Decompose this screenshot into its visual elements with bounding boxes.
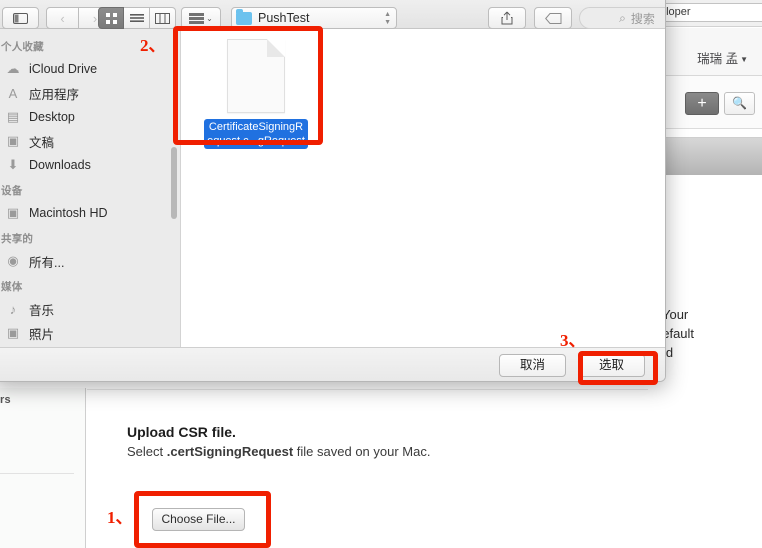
- annotation-number-step-2: 2、: [140, 36, 166, 55]
- cancel-button[interactable]: 取消: [499, 354, 566, 377]
- sidebar-item-label: 照片: [29, 327, 55, 342]
- harddisk-icon: ▣: [6, 205, 20, 220]
- upload-csr-title: Upload CSR file.: [127, 424, 236, 440]
- stepper-down-icon: ▼: [384, 19, 391, 26]
- finder-toolbar: ‹ › ⌄ PushTest ▲ ▼ ⌕ 搜索: [0, 0, 665, 29]
- sidebar-item-desktop[interactable]: ▤ Desktop: [0, 105, 180, 129]
- upload-subtitle-prefix: Select: [127, 444, 167, 459]
- background-right-text: . Your default ted: [655, 305, 762, 362]
- background-left-column: [0, 388, 86, 548]
- stepper-up-icon: ▲: [384, 11, 391, 18]
- account-name-label: 瑞瑞 孟: [697, 52, 739, 66]
- sidebar-item-downloads[interactable]: ⬇ Downloads: [0, 153, 180, 177]
- applications-icon: A: [8, 85, 18, 101]
- network-icon: ◉: [7, 253, 19, 268]
- view-mode-group: [98, 7, 176, 29]
- folder-icon: [236, 8, 252, 25]
- back-button[interactable]: ‹: [46, 7, 79, 29]
- upload-csr-subtitle: Select .certSigningRequest file saved on…: [127, 444, 430, 459]
- sidebar-item-music[interactable]: ♪ 音乐: [0, 297, 180, 321]
- finder-body: 个人收藏 ☁ iCloud Drive A 应用程序 ▤ Desktop ▣ 文…: [0, 29, 665, 347]
- right-text-line-2: default: [655, 326, 695, 341]
- search-certificates-button[interactable]: 🔍: [724, 92, 755, 115]
- upload-subtitle-extension: .certSigningRequest: [166, 444, 294, 459]
- sidebar-item-label: Downloads: [29, 158, 91, 172]
- search-icon: ⌕: [619, 10, 626, 25]
- share-icon: [501, 11, 513, 25]
- right-text-line-1: . Your: [655, 307, 689, 322]
- sidebar-item-label: iCloud Drive: [29, 62, 98, 76]
- cloud-icon: ☁: [6, 61, 20, 76]
- desktop-icon: ▤: [6, 109, 20, 124]
- sidebar-item-label: 音乐: [29, 303, 55, 318]
- tag-icon: [544, 12, 561, 24]
- sidebar-item-photos[interactable]: ▣ 照片: [0, 321, 180, 345]
- upload-subtitle-suffix: file saved on your Mac.: [293, 444, 431, 459]
- add-certificate-button[interactable]: +: [685, 92, 719, 115]
- share-button[interactable]: [488, 7, 526, 29]
- sidebar-group-title: 媒体: [1, 281, 23, 293]
- sidebar-item-documents[interactable]: ▣ 文稿: [0, 129, 180, 153]
- sidebar-item-label: 应用程序: [29, 87, 80, 102]
- stepper-arrows: ▲ ▼: [384, 11, 391, 27]
- sidebar-item-macintosh-hd[interactable]: ▣ Macintosh HD: [0, 201, 180, 225]
- icon-view-icon: [105, 12, 117, 24]
- sidebar-item-label: Macintosh HD: [29, 206, 108, 220]
- sidebar-group-title: 设备: [1, 185, 23, 197]
- list-view-button[interactable]: [124, 7, 150, 29]
- annotation-number-step-1: 1、: [107, 508, 133, 527]
- music-note-icon: ♪: [9, 301, 17, 317]
- arrange-icon: [189, 12, 205, 24]
- sidebar-scrollbar[interactable]: [171, 147, 177, 219]
- downloads-icon: ⬇: [7, 157, 19, 172]
- browser-url-field[interactable]: eloper: [655, 3, 762, 22]
- background-left-divider: [0, 473, 74, 474]
- chevron-down-icon: ⌄: [206, 13, 213, 23]
- sidebar-item-label: 所有...: [29, 255, 65, 270]
- background-left-label: rs: [0, 394, 11, 406]
- documents-icon: ▣: [6, 133, 20, 148]
- sidebar-group-title: 共享的: [1, 233, 34, 245]
- sidebar-item-icloud-drive[interactable]: ☁ iCloud Drive: [0, 57, 180, 81]
- column-view-button[interactable]: [150, 7, 176, 29]
- sidebar-toggle-group: [2, 7, 39, 29]
- screenshot-root: rs Upload CSR file. Select .certSigningR…: [0, 0, 762, 548]
- finder-search-placeholder: 搜索: [630, 11, 655, 26]
- account-name-menu[interactable]: 瑞瑞 孟 ▼: [697, 48, 748, 67]
- sidebar-item-applications[interactable]: A 应用程序: [0, 81, 180, 105]
- list-view-icon: [129, 13, 144, 22]
- sidebar-item-all-shared[interactable]: ◉ 所有...: [0, 249, 180, 273]
- finder-footer: 取消 选取: [0, 347, 665, 381]
- tag-button[interactable]: [534, 7, 572, 29]
- annotation-box-step-2: [173, 26, 323, 145]
- sidebar-toggle-icon: [13, 12, 28, 24]
- column-view-icon: [155, 12, 170, 24]
- path-popup-label: PushTest: [258, 11, 310, 25]
- finder-search-field[interactable]: ⌕ 搜索: [579, 7, 665, 29]
- icon-view-button[interactable]: [98, 7, 124, 29]
- finder-open-dialog: ‹ › ⌄ PushTest ▲ ▼ ⌕ 搜索 个人收藏 ☁ iCloud Dr…: [0, 0, 666, 382]
- sidebar-item-label: 文稿: [29, 135, 55, 150]
- sidebar-toggle-button[interactable]: [2, 7, 39, 29]
- right-text-line-3: ted: [655, 343, 762, 362]
- annotation-number-step-3: 3、: [560, 331, 586, 350]
- annotation-box-step-1: [134, 491, 271, 548]
- finder-sidebar: 个人收藏 ☁ iCloud Drive A 应用程序 ▤ Desktop ▣ 文…: [0, 29, 181, 347]
- sidebar-item-label: Desktop: [29, 110, 75, 124]
- chevron-down-icon: ▼: [740, 55, 748, 64]
- camera-icon: ▣: [6, 325, 20, 340]
- annotation-box-step-3: [578, 351, 658, 385]
